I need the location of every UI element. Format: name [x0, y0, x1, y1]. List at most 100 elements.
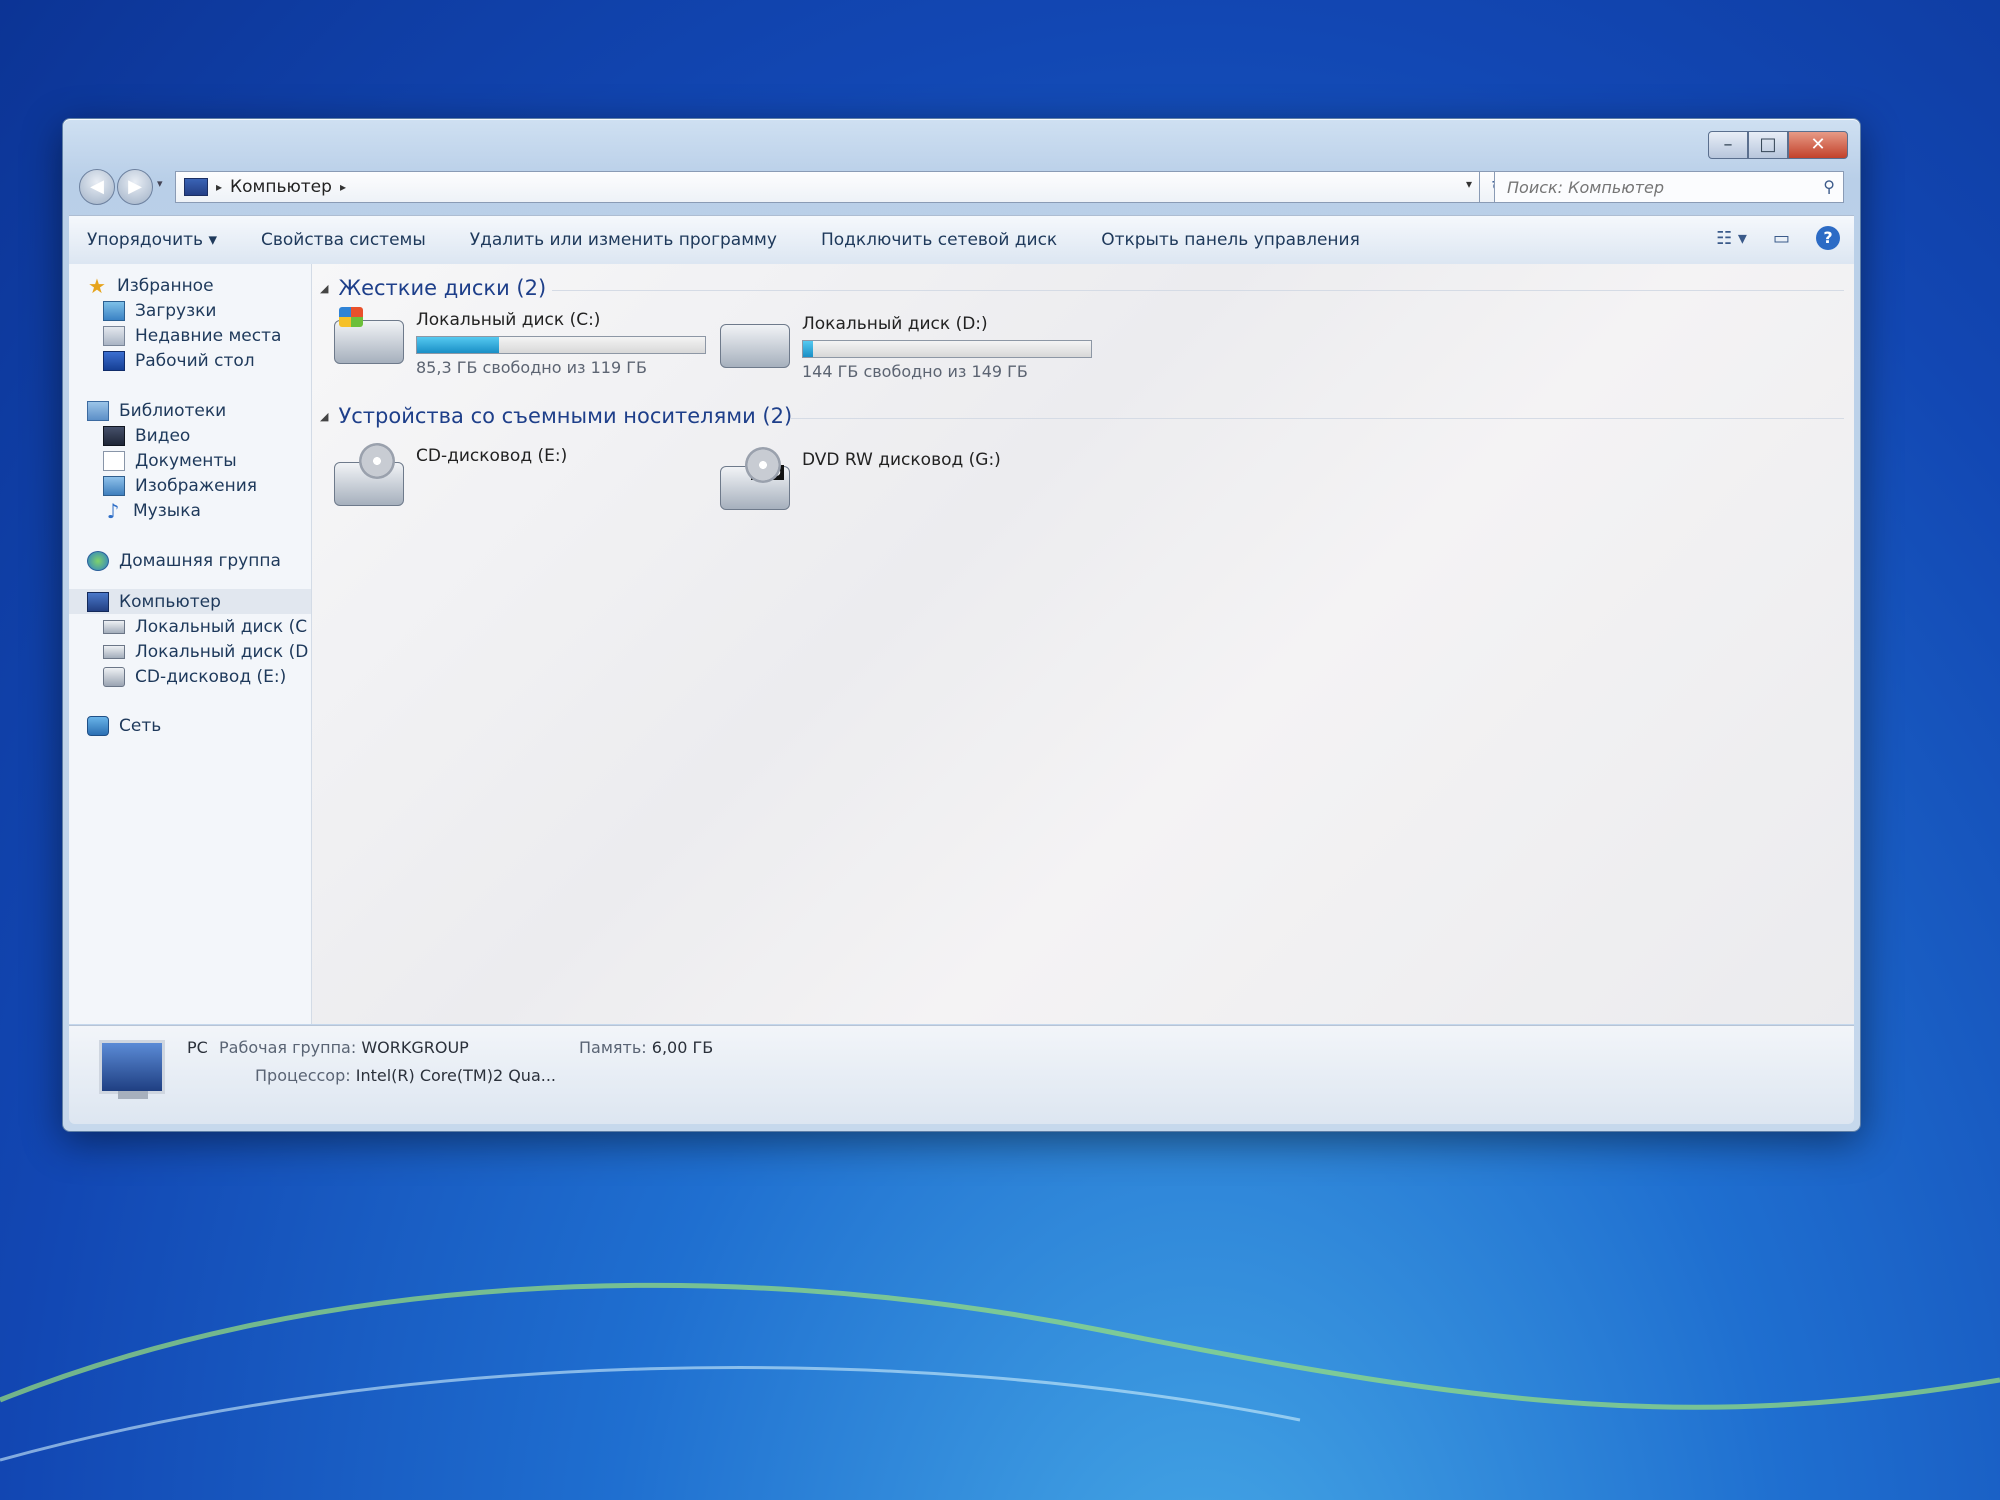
content-area: ◢ Жесткие диски (2) Локальный диск (C:) …	[312, 264, 1854, 1024]
group-header-hard-drives[interactable]: ◢ Жесткие диски (2)	[320, 276, 546, 300]
windows-system-drive-icon	[334, 307, 404, 364]
nav-item-label: Документы	[135, 451, 237, 471]
nav-item-cd-drive[interactable]: CD-дисковод (E:)	[103, 667, 309, 687]
libraries-icon	[87, 401, 109, 421]
collapse-triangle-icon[interactable]: ◢	[320, 410, 328, 423]
processor-info: Процессор: Intel(R) Core(TM)2 Qua...	[255, 1066, 556, 1085]
address-bar[interactable]: ▸ Компьютер ▸ ▾ ↻	[175, 171, 1517, 203]
desktop-icon	[103, 351, 125, 371]
group-divider	[552, 290, 1844, 291]
nav-homegroup[interactable]: Домашняя группа	[87, 551, 281, 571]
change-view-icon[interactable]: ☷ ▾	[1716, 228, 1747, 249]
pc-monitor-icon	[99, 1040, 165, 1099]
breadcrumb-arrow[interactable]: ▸	[216, 180, 222, 194]
forward-button[interactable]: ▶	[117, 169, 153, 205]
cd-drive-icon	[334, 443, 404, 506]
search-box[interactable]: ⚲	[1494, 171, 1844, 203]
nav-homegroup-label: Домашняя группа	[119, 551, 281, 571]
drive-free-space: 144 ГБ свободно из 149 ГБ	[802, 362, 1028, 381]
drive-usage-fill	[417, 337, 499, 353]
hard-drive-icon	[103, 645, 125, 659]
nav-item-video[interactable]: Видео	[103, 426, 309, 446]
group-header-label: Устройства со съемными носителями (2)	[338, 404, 793, 428]
system-properties-button[interactable]: Свойства системы	[261, 230, 426, 250]
drive-free-space: 85,3 ГБ свободно из 119 ГБ	[416, 358, 647, 377]
navigation-row: ◀ ▶ ▾ ▸ Компьютер ▸ ▾ ↻ ⚲	[77, 167, 1846, 207]
memory-info: Память: 6,00 ГБ	[579, 1038, 714, 1057]
pictures-library-icon	[103, 476, 125, 496]
nav-item-label: Локальный диск (C	[135, 617, 308, 637]
breadcrumb-computer[interactable]: Компьютер	[230, 177, 332, 197]
desktop-wallpaper-swirl	[0, 1282, 2000, 1462]
star-icon: ★	[88, 274, 106, 298]
group-header-removable[interactable]: ◢ Устройства со съемными носителями (2)	[320, 404, 792, 428]
explorer-window: – □ ✕ ◀ ▶ ▾ ▸ Компьютер ▸ ▾ ↻ ⚲ Упорядоч…	[62, 118, 1861, 1132]
group-header-label: Жесткие диски (2)	[338, 276, 547, 300]
search-icon[interactable]: ⚲	[1823, 177, 1835, 196]
system-drive-icon	[103, 620, 125, 634]
drive-usage-bar	[416, 336, 706, 354]
command-bar: Упорядочить ▾ Свойства системы Удалить и…	[69, 215, 1854, 265]
address-dropdown[interactable]: ▾	[1466, 177, 1472, 191]
documents-library-icon	[103, 451, 125, 471]
dvd-badge: DVD	[751, 465, 784, 480]
help-icon[interactable]: ?	[1816, 226, 1840, 250]
close-button[interactable]: ✕	[1788, 131, 1848, 159]
drive-item-d[interactable]: Локальный диск (D:) 144 ГБ свободно из 1…	[720, 314, 1100, 394]
drive-item-cd[interactable]: CD-дисковод (E:)	[334, 442, 714, 512]
group-divider	[790, 418, 1844, 419]
uninstall-program-button[interactable]: Удалить или изменить программу	[470, 230, 777, 250]
nav-computer-label: Компьютер	[119, 592, 221, 612]
nav-item-drive-d[interactable]: Локальный диск (D	[103, 642, 309, 662]
explorer-panes: ★ Избранное Загрузки Недавние места Рабо…	[69, 264, 1854, 1024]
nav-item-drive-c[interactable]: Локальный диск (C	[103, 617, 309, 637]
drive-item-c[interactable]: Локальный диск (C:) 85,3 ГБ свободно из …	[334, 307, 714, 390]
search-input[interactable]	[1505, 176, 1799, 198]
recent-places-icon	[103, 326, 125, 346]
details-pane: PC Рабочая группа: WORKGROUP Память: 6,0…	[69, 1025, 1854, 1124]
downloads-folder-icon	[103, 301, 125, 321]
nav-favorites[interactable]: ★ Избранное	[87, 276, 214, 296]
map-network-drive-button[interactable]: Подключить сетевой диск	[821, 230, 1057, 250]
drive-item-dvd[interactable]: DVD DVD RW дисковод (G:)	[720, 446, 1100, 516]
breadcrumb-arrow[interactable]: ▸	[340, 180, 346, 194]
computer-icon	[87, 592, 109, 612]
window-controls: – □ ✕	[1708, 131, 1848, 159]
drive-usage-bar	[802, 340, 1092, 358]
nav-libraries[interactable]: Библиотеки	[87, 401, 226, 421]
drive-name: Локальный диск (C:)	[416, 310, 601, 330]
computer-name: PC	[187, 1038, 208, 1057]
recent-pages-dropdown[interactable]: ▾	[157, 177, 163, 190]
video-library-icon	[103, 426, 125, 446]
nav-item-label: Рабочий стол	[135, 351, 255, 371]
drive-name: CD-дисковод (E:)	[416, 446, 568, 466]
cd-drive-icon	[103, 667, 125, 687]
nav-item-downloads[interactable]: Загрузки	[103, 301, 309, 321]
nav-favorites-label: Избранное	[117, 276, 214, 296]
dvd-drive-icon: DVD	[720, 447, 790, 510]
nav-network-label: Сеть	[119, 716, 162, 736]
nav-item-label: Музыка	[133, 501, 201, 521]
open-control-panel-button[interactable]: Открыть панель управления	[1101, 230, 1360, 250]
nav-network[interactable]: Сеть	[87, 716, 161, 736]
nav-item-desktop[interactable]: Рабочий стол	[103, 351, 309, 371]
nav-item-label: CD-дисковод (E:)	[135, 667, 287, 687]
nav-item-pictures[interactable]: Изображения	[103, 476, 309, 496]
back-button[interactable]: ◀	[79, 169, 115, 205]
nav-item-music[interactable]: ♪ Музыка	[103, 501, 309, 521]
hard-drive-icon	[720, 324, 790, 368]
maximize-button[interactable]: □	[1748, 131, 1788, 159]
nav-item-label: Локальный диск (D	[135, 642, 309, 662]
nav-item-label: Загрузки	[135, 301, 217, 321]
nav-item-documents[interactable]: Документы	[103, 451, 309, 471]
preview-pane-icon[interactable]: ▭	[1773, 228, 1790, 249]
nav-item-label: Видео	[135, 426, 191, 446]
collapse-triangle-icon[interactable]: ◢	[320, 282, 328, 295]
drive-name: Локальный диск (D:)	[802, 314, 988, 334]
nav-item-recent-places[interactable]: Недавние места	[103, 326, 309, 346]
nav-libraries-label: Библиотеки	[119, 401, 227, 421]
navigation-pane: ★ Избранное Загрузки Недавние места Рабо…	[69, 264, 312, 1024]
organize-menu[interactable]: Упорядочить ▾	[87, 230, 217, 250]
nav-computer[interactable]: Компьютер	[87, 592, 221, 612]
minimize-button[interactable]: –	[1708, 131, 1748, 159]
